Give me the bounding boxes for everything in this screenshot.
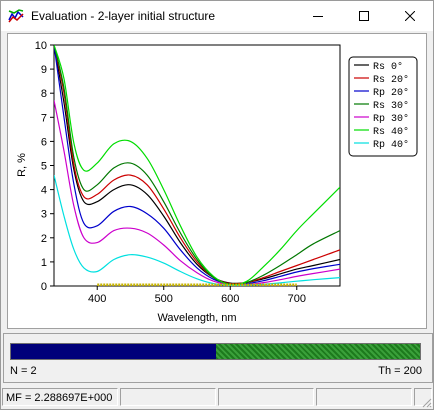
x-tick-label: 400	[88, 293, 106, 305]
maximize-button[interactable]	[341, 1, 387, 31]
progress-panel: N = 2 Th = 200	[3, 333, 433, 383]
progress-bar-fill	[11, 344, 216, 359]
legend-label: Rp 40°	[373, 139, 409, 151]
minimize-icon	[313, 16, 323, 17]
plot-panel: 0 1 2 3 4 5 6 7 8 9 10 400 500 600 700 Wavelength, nm …	[7, 33, 427, 329]
resize-grip-icon[interactable]	[420, 396, 432, 408]
y-tick-label: 1	[41, 257, 47, 269]
close-button[interactable]	[387, 1, 433, 31]
y-tick-label: 2	[41, 233, 47, 245]
status-cell-3	[218, 388, 314, 406]
merit-function-status: MF = 2.288697E+000	[2, 388, 118, 406]
x-axis-label: Wavelength, nm	[157, 312, 236, 324]
progress-bar-remainder	[215, 344, 420, 359]
y-tick-label: 7	[41, 112, 47, 124]
minimize-button[interactable]	[295, 1, 341, 31]
status-bar: MF = 2.288697E+000	[1, 386, 433, 409]
maximize-icon	[359, 11, 369, 21]
y-tick-label: 0	[41, 281, 47, 293]
window-title: Evaluation - 2-layer initial structure	[31, 9, 216, 23]
y-tick-label: 9	[41, 64, 47, 76]
x-tick-label: 500	[155, 293, 173, 305]
status-cell-2	[120, 388, 216, 406]
y-tick-label: 4	[41, 185, 47, 197]
legend-label: Rs 0°	[373, 61, 403, 73]
progress-bar	[10, 343, 421, 360]
legend: Rs 0°Rs 20°Rp 20°Rs 30°Rp 30°Rs 40°Rp 40…	[348, 56, 418, 157]
legend-label: Rp 30°	[373, 113, 409, 125]
legend-label: Rp 20°	[373, 87, 409, 99]
plot-area	[53, 44, 341, 287]
thickness-label: Th = 200	[378, 365, 422, 377]
y-tick-label: 6	[41, 136, 47, 148]
x-tick-label: 600	[221, 293, 239, 305]
evaluation-window: Evaluation - 2-layer initial structure 0…	[0, 0, 434, 410]
x-tick-label: 700	[288, 293, 306, 305]
status-cell-4	[316, 388, 412, 406]
spectrum-app-icon	[8, 8, 24, 24]
y-axis-label: R, %	[16, 153, 28, 177]
reflectance-chart: 012345678910400 500 600 700 Wavelength, nm …	[16, 40, 418, 324]
y-tick-label: 5	[41, 161, 47, 173]
legend-label: Rs 20°	[373, 74, 409, 86]
legend-label: Rs 30°	[373, 100, 409, 112]
y-tick-label: 3	[41, 209, 47, 221]
y-tick-label: 10	[35, 40, 47, 52]
legend-label: Rs 40°	[373, 126, 409, 138]
close-icon	[405, 11, 415, 21]
y-tick-label: 8	[41, 88, 47, 100]
layer-count-label: N = 2	[10, 365, 37, 377]
title-bar[interactable]: Evaluation - 2-layer initial structure	[1, 1, 433, 31]
